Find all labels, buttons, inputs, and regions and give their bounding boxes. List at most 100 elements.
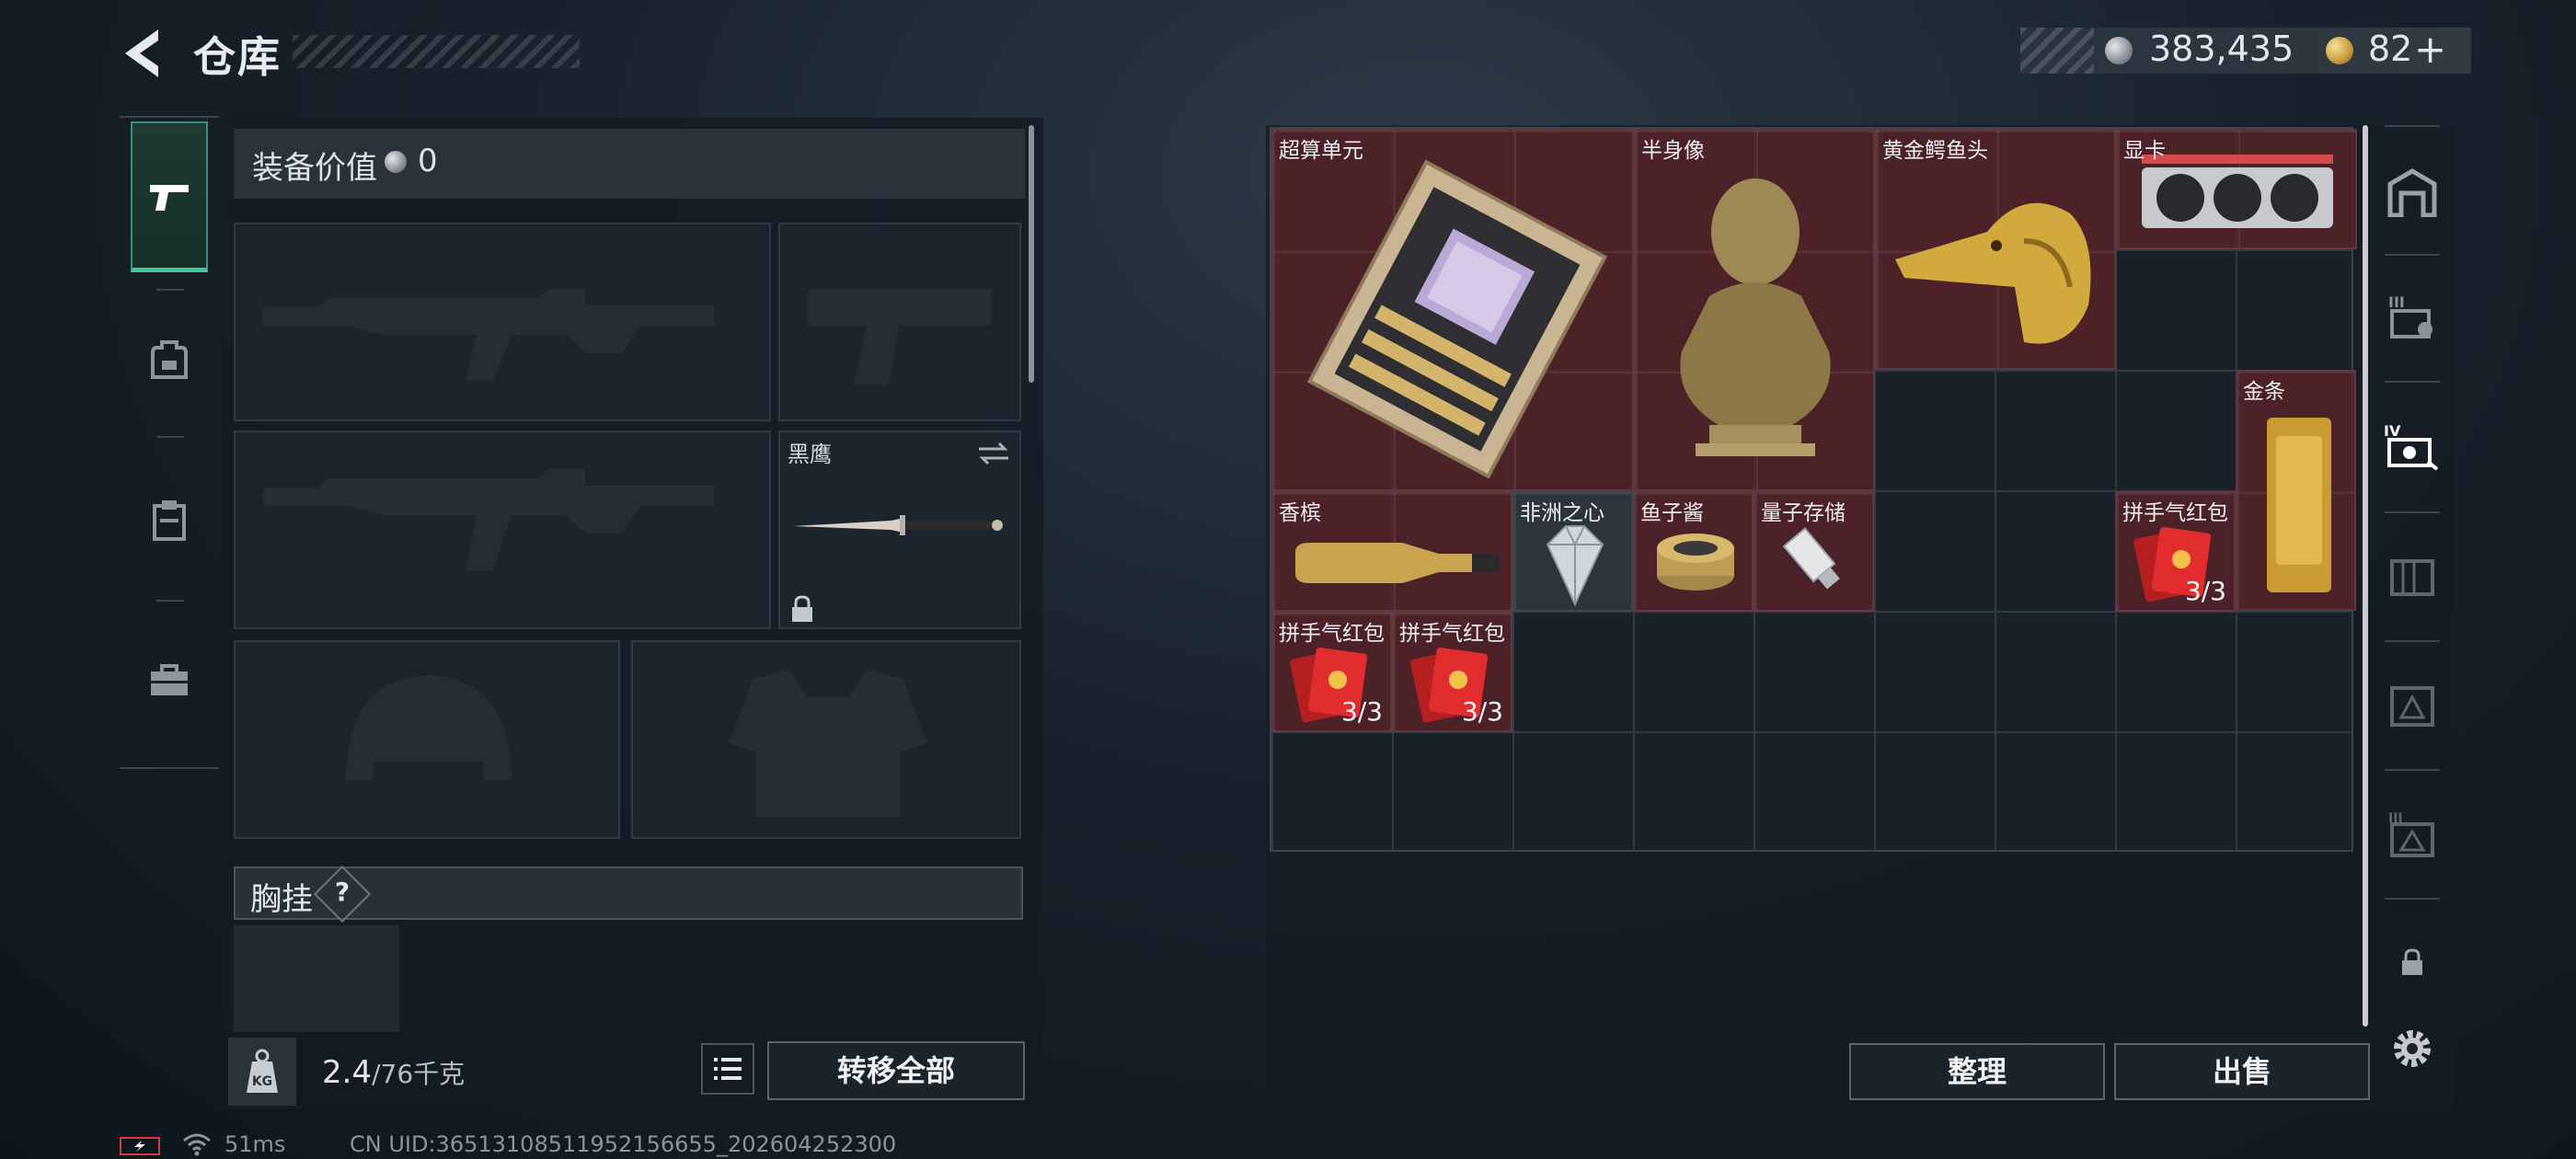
list-icon <box>714 1058 742 1080</box>
item-name: 香槟 <box>1279 501 1321 525</box>
stash-item-red-envelope[interactable]: 拼手气红包 3/3 <box>1392 612 1512 732</box>
stash-scrollbar[interactable] <box>2363 125 2368 1027</box>
ping-readout: 51ms <box>224 1131 286 1157</box>
equipment-value-label: 装备价值 <box>252 150 377 187</box>
stash-item-champagne[interactable]: 香槟 <box>1271 491 1512 612</box>
lock-icon <box>2402 948 2422 975</box>
stash-tab-locked[interactable] <box>2379 929 2445 995</box>
primary-weapon-slot[interactable] <box>234 223 771 421</box>
stash-item-graphics-card[interactable]: 显卡 <box>2116 129 2357 249</box>
tab-weapons[interactable] <box>131 121 208 272</box>
tab-tools[interactable] <box>131 605 208 756</box>
stash-item-caviar[interactable]: 鱼子酱 <box>1633 491 1754 612</box>
title-decoration <box>293 35 580 68</box>
weight-icon: KG <box>228 1038 296 1106</box>
item-name: 半身像 <box>1641 139 1705 163</box>
melee-slot-label: 黑鹰 <box>788 442 832 467</box>
stash-item-diamond[interactable]: 非洲之心 <box>1512 491 1633 612</box>
wifi-icon <box>183 1133 211 1156</box>
supercomputer-chip-icon <box>1306 159 1608 479</box>
stash-tab-6[interactable] <box>2379 671 2445 738</box>
usb-drive-icon <box>1782 527 1840 590</box>
equipment-tabs <box>120 116 219 769</box>
item-name: 金条 <box>2243 380 2285 404</box>
svg-text:KG: KG <box>252 1074 272 1089</box>
svg-text:IV: IV <box>2384 422 2401 440</box>
tab-backpack[interactable] <box>131 283 208 434</box>
item-name: 黄金鳄鱼头 <box>1882 139 1988 163</box>
melee-slot[interactable]: 黑鹰 <box>778 430 1021 629</box>
diamond-icon <box>1546 525 1604 607</box>
pistol-slot[interactable] <box>778 223 1021 421</box>
item-name: 超算单元 <box>1279 139 1363 163</box>
item-name: 拼手气红包 <box>1279 622 1385 646</box>
rifle-silhouette-icon <box>263 469 714 570</box>
stash-level-4-icon: IV <box>2384 422 2439 471</box>
stash-item-bust[interactable]: 半身像 <box>1634 129 1875 491</box>
silver-coin-icon <box>385 151 407 173</box>
lock-icon <box>792 595 812 622</box>
svg-text:III: III <box>2388 293 2405 311</box>
helmet-slot[interactable] <box>234 640 620 839</box>
stash-item-red-envelope[interactable]: 拼手气红包 3/3 <box>1271 612 1392 732</box>
item-count: 3/3 <box>1461 696 1503 727</box>
battery-icon <box>120 1137 160 1155</box>
stash-level-7-icon: III <box>2388 811 2434 857</box>
stash-tab-5[interactable] <box>2379 541 2445 607</box>
stash-item-golden-crocodile[interactable]: 黄金鳄鱼头 <box>1875 129 2116 370</box>
silver-coin-icon <box>2105 37 2133 64</box>
knife-icon <box>793 515 1003 535</box>
item-name: 量子存储 <box>1761 501 1846 525</box>
gold-bar-icon <box>2267 418 2331 592</box>
stash-tab-3[interactable]: III <box>2379 283 2445 350</box>
back-button[interactable] <box>118 26 169 81</box>
vest-silhouette-icon <box>729 670 927 817</box>
page-title: 仓库 <box>193 32 282 82</box>
clipboard-icon <box>153 500 186 541</box>
gold-coin-icon <box>2326 37 2353 64</box>
transfer-all-button[interactable]: 转移全部 <box>767 1041 1025 1100</box>
silver-amount: 383,435 <box>2149 29 2294 69</box>
stash-grid: 超算单元 半身像 黄金鳄鱼头 显卡 金条 香槟 非洲之心 鱼子酱 量子存储 拼手… <box>1270 127 2357 852</box>
stash-level-6-icon <box>2390 686 2434 727</box>
stash-item-supercomputer[interactable]: 超算单元 <box>1271 129 1634 491</box>
add-gold-button[interactable]: + <box>2414 27 2446 72</box>
champagne-icon <box>1295 543 1500 583</box>
stash-item-gold-bar[interactable]: 金条 <box>2236 370 2356 611</box>
stash-item-quantum-storage[interactable]: 量子存储 <box>1754 491 1874 612</box>
list-view-button[interactable] <box>701 1043 754 1095</box>
equipment-scrollbar[interactable] <box>1029 125 1034 383</box>
item-name: 显卡 <box>2123 139 2166 163</box>
stash-level-5-icon <box>2390 559 2434 596</box>
tab-vest[interactable] <box>131 445 208 596</box>
item-count: 3/3 <box>2184 576 2226 606</box>
user-id: CN UID:36513108511952156655_202604252300 <box>350 1131 897 1157</box>
gear-icon <box>2394 1030 2431 1067</box>
sort-button[interactable]: 整理 <box>1849 1043 2105 1100</box>
sell-button[interactable]: 出售 <box>2114 1043 2370 1100</box>
graphics-card-icon <box>2142 155 2333 228</box>
item-name: 拼手气红包 <box>2122 501 2228 525</box>
stash-tab-4[interactable]: IV <box>2379 412 2445 478</box>
warehouse-icon <box>2387 168 2437 217</box>
bust-statue-icon <box>1680 178 1831 456</box>
weight-capacity: /76千克 <box>372 1059 466 1089</box>
help-icon[interactable]: ? <box>324 874 361 911</box>
toolbox-icon <box>151 664 188 695</box>
gold-amount: 82 <box>2368 29 2413 69</box>
currency-bar: 383,435 82 + <box>2020 27 2471 74</box>
helmet-silhouette-icon <box>346 675 512 780</box>
equipment-value-amount: 0 <box>418 143 438 179</box>
pistol-icon <box>150 184 189 211</box>
settings-button[interactable] <box>2379 1016 2445 1082</box>
item-name: 鱼子酱 <box>1640 501 1704 525</box>
item-name: 非洲之心 <box>1520 501 1604 525</box>
secondary-weapon-slot[interactable] <box>234 430 771 629</box>
chest-rig-slot[interactable] <box>234 925 399 1036</box>
armor-slot[interactable] <box>631 640 1021 839</box>
swap-icon[interactable] <box>975 440 1012 467</box>
stash-item-red-envelope[interactable]: 拼手气红包 3/3 <box>2115 491 2236 612</box>
stash-tab-home[interactable] <box>2379 158 2445 224</box>
backpack-icon <box>151 340 188 379</box>
stash-tab-7[interactable]: III <box>2379 800 2445 866</box>
